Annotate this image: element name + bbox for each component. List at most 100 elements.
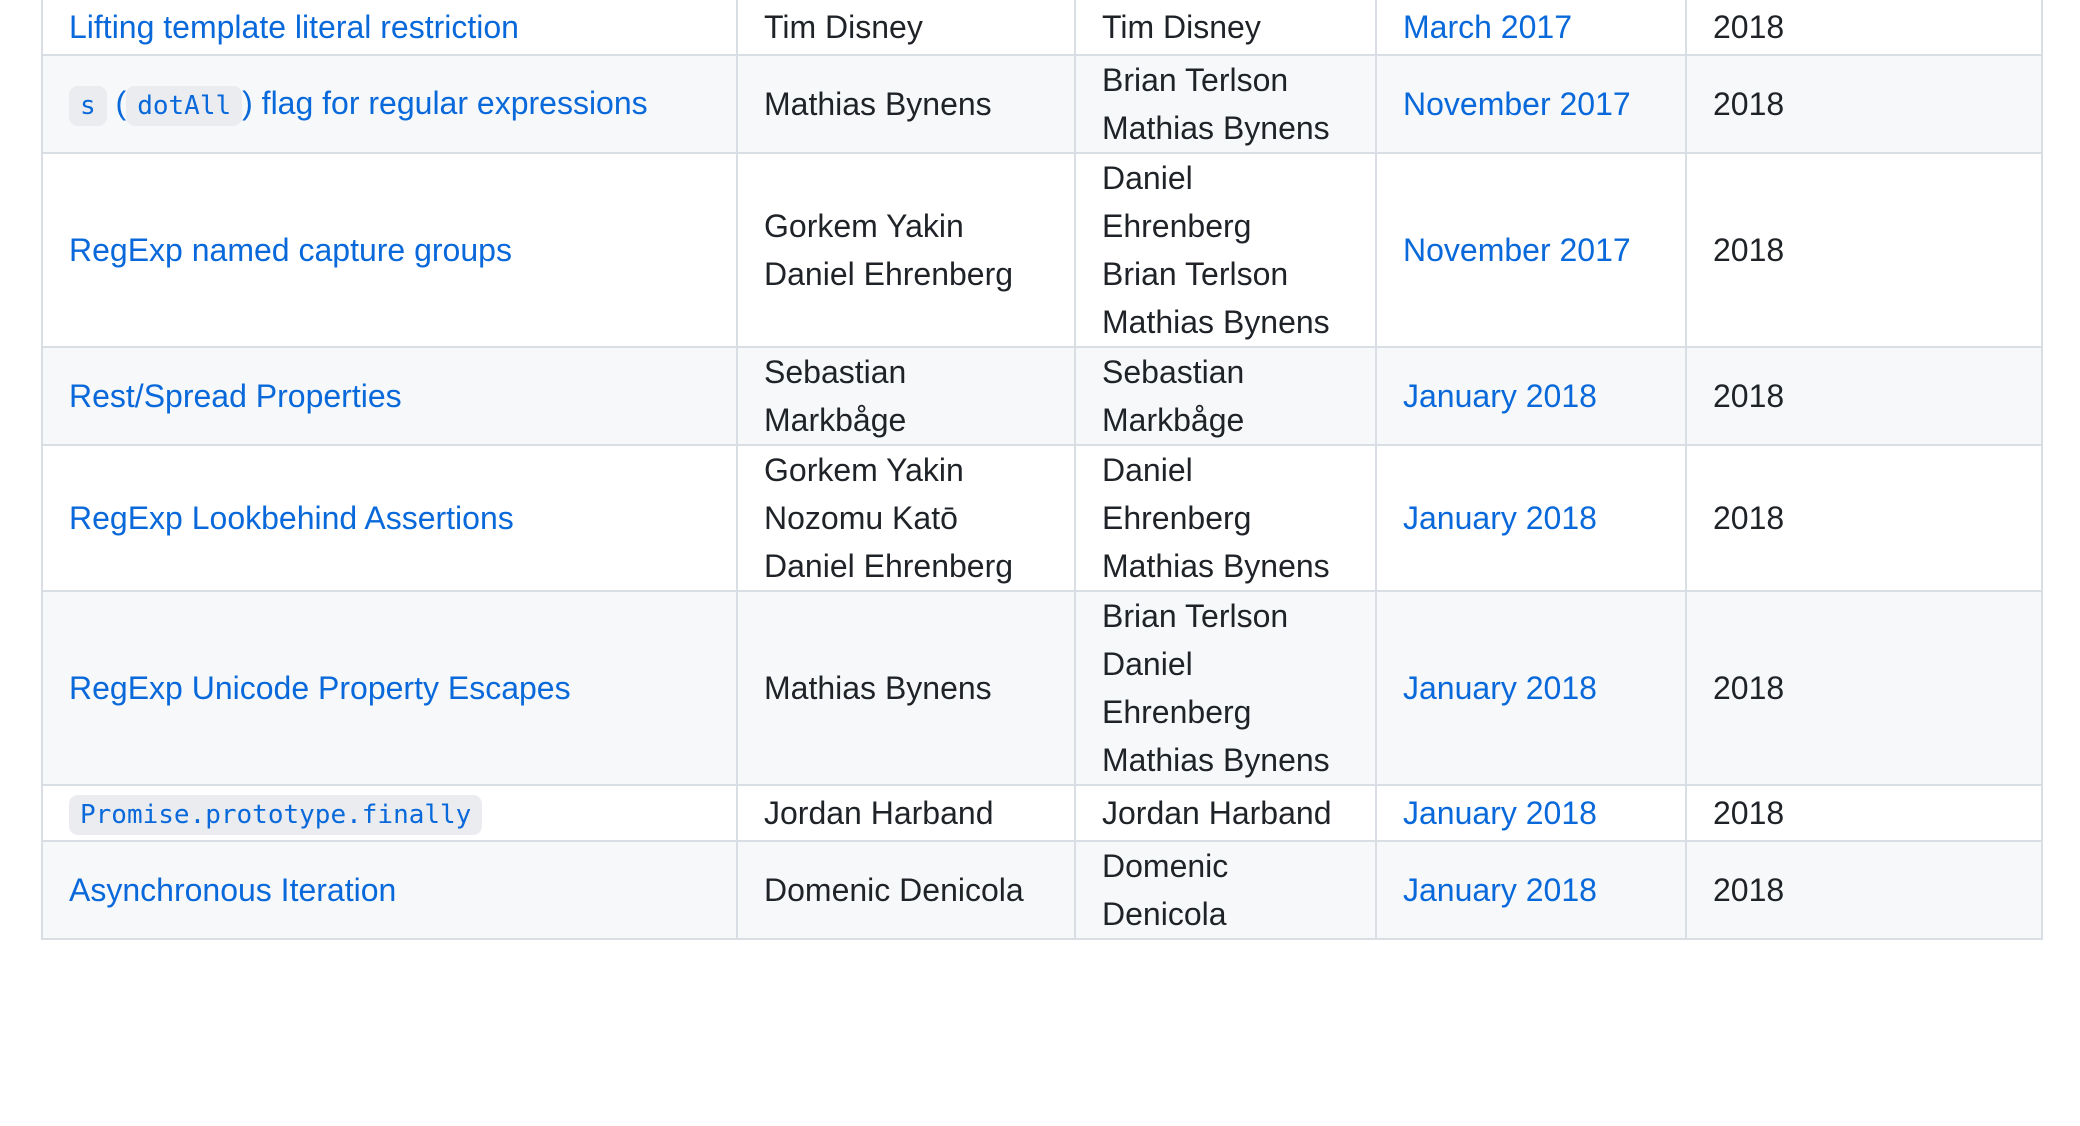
author-name: Gorkem Yakin bbox=[764, 452, 964, 488]
author-name: Domenic Denicola bbox=[764, 872, 1024, 908]
champion-name: Denicola bbox=[1102, 896, 1227, 932]
author-cell: Domenic Denicola bbox=[736, 840, 1076, 940]
champion-name: Ehrenberg bbox=[1102, 500, 1252, 536]
proposal-link[interactable]: s (dotAll) flag for regular expressions bbox=[69, 84, 648, 126]
author-name: Nozomu Katō bbox=[764, 500, 958, 536]
proposal-code-token: s bbox=[69, 85, 107, 126]
champion-name: Daniel bbox=[1102, 646, 1193, 682]
champion-cell: Tim Disney bbox=[1074, 0, 1377, 56]
table-body: Lifting template literal restriction Tim … bbox=[41, 0, 2043, 940]
proposal-text: Asynchronous Iteration bbox=[69, 872, 397, 908]
publication-year-cell: 2018 bbox=[1685, 784, 2043, 842]
champion-cell: Daniel Ehrenberg Brian Terlson Mathias Byne… bbox=[1074, 152, 1377, 348]
table-row: RegExp Unicode Property Escapes Mathias B… bbox=[41, 590, 2043, 786]
proposal-text: Rest/Spread Properties bbox=[69, 378, 402, 414]
champion-cell: Jordan Harband bbox=[1074, 784, 1377, 842]
publication-year-cell: 2018 bbox=[1685, 346, 2043, 446]
author-name: Tim Disney bbox=[764, 9, 923, 45]
author-name: Daniel Ehrenberg bbox=[764, 256, 1014, 292]
champion-name: Sebastian bbox=[1102, 354, 1245, 390]
proposal-text: ) flag for regular expressions bbox=[242, 84, 648, 121]
table-row: s (dotAll) flag for regular expressions M… bbox=[41, 54, 2043, 154]
proposal-cell: RegExp Unicode Property Escapes bbox=[41, 590, 738, 786]
champion-cell: Brian Terlson Daniel Ehrenberg Mathias Byne… bbox=[1074, 590, 1377, 786]
proposal-text: Lifting template literal restriction bbox=[69, 9, 519, 45]
champion-name: Daniel bbox=[1102, 452, 1193, 488]
champion-name: Brian Terlson bbox=[1102, 598, 1289, 634]
publication-year-cell: 2018 bbox=[1685, 152, 2043, 348]
champion-cell: Daniel Ehrenberg Mathias Bynens bbox=[1074, 444, 1377, 592]
author-cell: Gorkem Yakin Nozomu Katō Daniel Ehrenberg bbox=[736, 444, 1076, 592]
proposal-link[interactable]: Asynchronous Iteration bbox=[69, 872, 396, 908]
proposal-link[interactable]: Lifting template literal restriction bbox=[69, 9, 519, 45]
author-name: Jordan Harband bbox=[764, 795, 994, 831]
tc39-meeting-cell: January 2018 bbox=[1375, 590, 1687, 786]
publication-year-cell: 2018 bbox=[1685, 840, 2043, 940]
champion-name: Jordan Harband bbox=[1102, 795, 1332, 831]
proposal-text: RegExp Lookbehind Assertions bbox=[69, 500, 514, 536]
champion-cell: Brian Terlson Mathias Bynens bbox=[1074, 54, 1377, 154]
author-name: Markbåge bbox=[764, 402, 907, 438]
publication-year-cell: 2018 bbox=[1685, 444, 2043, 592]
author-cell: Jordan Harband bbox=[736, 784, 1076, 842]
meeting-notes-link[interactable]: March 2017 bbox=[1403, 9, 1572, 45]
tc39-meeting-cell: November 2017 bbox=[1375, 152, 1687, 348]
champion-name: Mathias Bynens bbox=[1102, 548, 1330, 584]
proposal-code-token: dotAll bbox=[126, 85, 243, 126]
champion-cell: Sebastian Markbåge bbox=[1074, 346, 1377, 446]
meeting-notes-link[interactable]: January 2018 bbox=[1403, 872, 1597, 908]
table-row: RegExp named capture groups Gorkem Yakin D… bbox=[41, 152, 2043, 348]
proposal-cell: Rest/Spread Properties bbox=[41, 346, 738, 446]
proposal-link[interactable]: Promise.prototype.finally bbox=[69, 794, 483, 835]
proposal-cell: Lifting template literal restriction bbox=[41, 0, 738, 56]
champion-name: Domenic bbox=[1102, 848, 1229, 884]
proposal-link[interactable]: RegExp Lookbehind Assertions bbox=[69, 500, 514, 536]
author-cell: Mathias Bynens bbox=[736, 590, 1076, 786]
champion-name: Brian Terlson bbox=[1102, 62, 1289, 98]
meeting-notes-link[interactable]: January 2018 bbox=[1403, 670, 1597, 706]
proposal-cell: Asynchronous Iteration bbox=[41, 840, 738, 940]
author-cell: Tim Disney bbox=[736, 0, 1076, 56]
proposal-link[interactable]: Rest/Spread Properties bbox=[69, 378, 402, 414]
tc39-meeting-cell: January 2018 bbox=[1375, 444, 1687, 592]
meeting-notes-link[interactable]: January 2018 bbox=[1403, 500, 1597, 536]
finished-proposals-table: Lifting template literal restriction Tim … bbox=[41, 0, 2043, 940]
proposal-cell: RegExp Lookbehind Assertions bbox=[41, 444, 738, 592]
meeting-notes-link[interactable]: January 2018 bbox=[1403, 378, 1597, 414]
author-name: Mathias Bynens bbox=[764, 670, 992, 706]
proposal-link[interactable]: RegExp Unicode Property Escapes bbox=[69, 670, 571, 706]
champion-name: Tim Disney bbox=[1102, 9, 1261, 45]
champion-name: Ehrenberg bbox=[1102, 208, 1252, 244]
author-name: Mathias Bynens bbox=[764, 86, 992, 122]
author-name: Gorkem Yakin bbox=[764, 208, 964, 244]
publication-year-cell: 2018 bbox=[1685, 0, 2043, 56]
proposal-cell: RegExp named capture groups bbox=[41, 152, 738, 348]
champion-name: Mathias Bynens bbox=[1102, 110, 1330, 146]
table-row: RegExp Lookbehind Assertions Gorkem Yakin… bbox=[41, 444, 2043, 592]
proposal-link[interactable]: RegExp named capture groups bbox=[69, 232, 512, 268]
meeting-notes-link[interactable]: January 2018 bbox=[1403, 795, 1597, 831]
table-row: Lifting template literal restriction Tim … bbox=[41, 0, 2043, 56]
author-cell: Sebastian Markbåge bbox=[736, 346, 1076, 446]
champion-name: Markbåge bbox=[1102, 402, 1245, 438]
champion-name: Brian Terlson bbox=[1102, 256, 1289, 292]
proposal-cell: s (dotAll) flag for regular expressions bbox=[41, 54, 738, 154]
proposals-table-container: Lifting template literal restriction Tim … bbox=[41, 0, 2043, 940]
champion-name: Daniel bbox=[1102, 160, 1193, 196]
table-row: Asynchronous Iteration Domenic Denicola Do… bbox=[41, 840, 2043, 940]
tc39-meeting-cell: March 2017 bbox=[1375, 0, 1687, 56]
proposal-text: RegExp named capture groups bbox=[69, 232, 512, 268]
proposal-text: RegExp Unicode Property Escapes bbox=[69, 670, 571, 706]
author-cell: Mathias Bynens bbox=[736, 54, 1076, 154]
proposal-text: ( bbox=[106, 84, 127, 121]
meeting-notes-link[interactable]: November 2017 bbox=[1403, 232, 1631, 268]
table-row: Rest/Spread Properties Sebastian Markbåge S… bbox=[41, 346, 2043, 446]
proposal-cell: Promise.prototype.finally bbox=[41, 784, 738, 842]
table-row: Promise.prototype.finally Jordan Harband J… bbox=[41, 784, 2043, 842]
meeting-notes-link[interactable]: November 2017 bbox=[1403, 86, 1631, 122]
publication-year-cell: 2018 bbox=[1685, 590, 2043, 786]
champion-name: Ehrenberg bbox=[1102, 694, 1252, 730]
author-name: Sebastian bbox=[764, 354, 907, 390]
tc39-meeting-cell: November 2017 bbox=[1375, 54, 1687, 154]
champion-name: Mathias Bynens bbox=[1102, 304, 1330, 340]
